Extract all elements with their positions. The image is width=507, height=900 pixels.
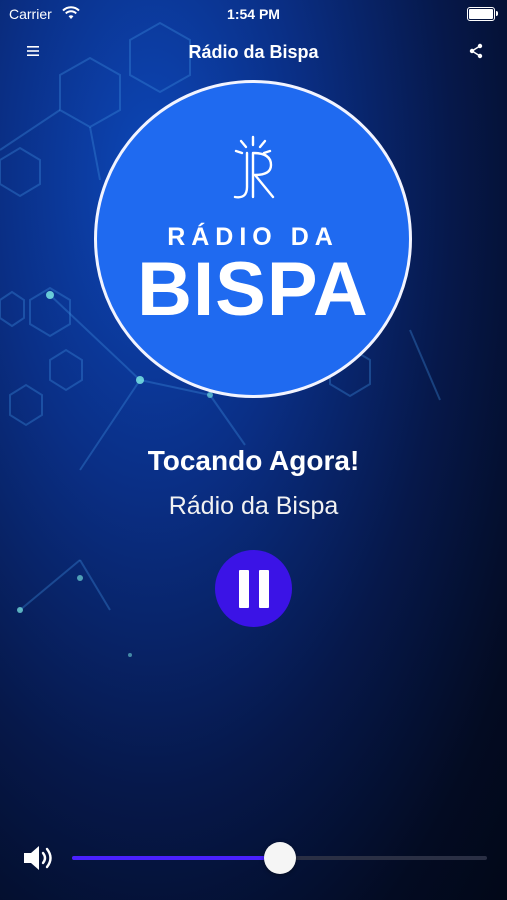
- status-time: 1:54 PM: [227, 6, 280, 22]
- pause-button[interactable]: [215, 550, 292, 627]
- volume-slider[interactable]: [72, 842, 487, 874]
- pause-icon-right-bar: [258, 569, 269, 608]
- volume-control: [0, 838, 507, 878]
- volume-slider-fill: [72, 856, 280, 860]
- battery-icon: [467, 7, 498, 21]
- status-bar: Carrier 1:54 PM: [0, 0, 507, 28]
- share-button[interactable]: [465, 40, 487, 62]
- logo-text-main: BISPA: [137, 247, 369, 332]
- share-icon: [469, 43, 483, 59]
- station-name: Rádio da Bispa: [168, 492, 339, 520]
- jr-monogram-icon: [233, 135, 275, 199]
- station-logo: RÁDIO DA BISPA: [94, 80, 412, 398]
- pause-icon-left-bar: [238, 569, 249, 608]
- volume-slider-thumb[interactable]: [263, 842, 296, 874]
- logo-monogram: [97, 131, 409, 216]
- page-title: Rádio da Bispa: [188, 42, 319, 62]
- now-playing-heading: Tocando Agora!: [147, 445, 360, 476]
- speaker-volume-icon[interactable]: [22, 842, 56, 874]
- navigation-bar: Rádio da Bispa: [0, 34, 507, 70]
